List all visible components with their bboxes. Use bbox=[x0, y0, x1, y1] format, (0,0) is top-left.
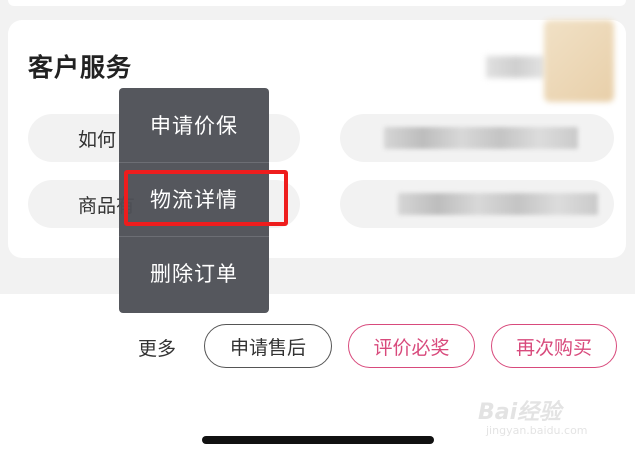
menu-item-delete-order[interactable]: 删除订单 bbox=[119, 236, 269, 310]
watermark-url: jingyan.baidu.com bbox=[486, 424, 588, 437]
faq-question-label: 如何 bbox=[78, 128, 117, 151]
previous-card-edge bbox=[8, 0, 626, 6]
customer-service-title: 客户服务 bbox=[28, 53, 133, 82]
review-button[interactable]: 评价必奖 bbox=[348, 324, 475, 368]
rebuy-button[interactable]: 再次购买 bbox=[491, 324, 617, 368]
menu-item-price-protection[interactable]: 申请价保 bbox=[119, 88, 269, 162]
faq-question-3[interactable] bbox=[340, 114, 614, 162]
blurred-service-label bbox=[486, 56, 546, 78]
apply-after-sale-button[interactable]: 申请售后 bbox=[204, 324, 332, 368]
customer-service-card: 客户服务 如何 商品有 bbox=[8, 20, 626, 258]
highlight-annotation-box bbox=[124, 170, 288, 226]
baidu-jingyan-watermark: Bai经验 jingyan.baidu.com bbox=[478, 394, 628, 444]
home-indicator[interactable] bbox=[202, 436, 434, 444]
watermark-logo: Bai经验 bbox=[478, 400, 562, 425]
more-button[interactable]: 更多 bbox=[138, 335, 176, 363]
blurred-question-text bbox=[384, 127, 578, 149]
blurred-question-text bbox=[398, 193, 598, 215]
faq-question-4[interactable] bbox=[340, 180, 614, 228]
blurred-avatar bbox=[544, 20, 614, 102]
